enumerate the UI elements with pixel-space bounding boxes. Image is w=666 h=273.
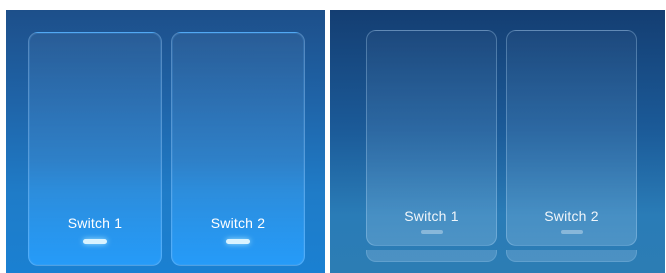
switch-2-indicator: [560, 230, 583, 234]
switch-2-label: Switch 2: [210, 215, 266, 231]
switch-2-base: [506, 250, 637, 262]
switch-1-indicator: [83, 239, 107, 244]
switch-1-indicator: [420, 230, 443, 234]
switch-1-label: Switch 1: [67, 215, 123, 231]
switch-2-indicator: [226, 239, 250, 244]
switch-panel-off: Switch 1 Switch 2: [330, 10, 665, 273]
switch-1-base: [366, 250, 497, 262]
switch-2-label: Switch 2: [544, 208, 599, 224]
screenshot-stage: Switch 1 Switch 2 Switch 1 Switch 2: [0, 0, 666, 273]
switch-panel-on: Switch 1 Switch 2: [6, 10, 325, 273]
switch-2-button[interactable]: Switch 2: [171, 32, 305, 266]
switch-2-button[interactable]: Switch 2: [506, 30, 637, 246]
switch-1-button[interactable]: Switch 1: [366, 30, 497, 246]
switch-1-label: Switch 1: [404, 208, 459, 224]
switch-1-button[interactable]: Switch 1: [28, 32, 162, 266]
